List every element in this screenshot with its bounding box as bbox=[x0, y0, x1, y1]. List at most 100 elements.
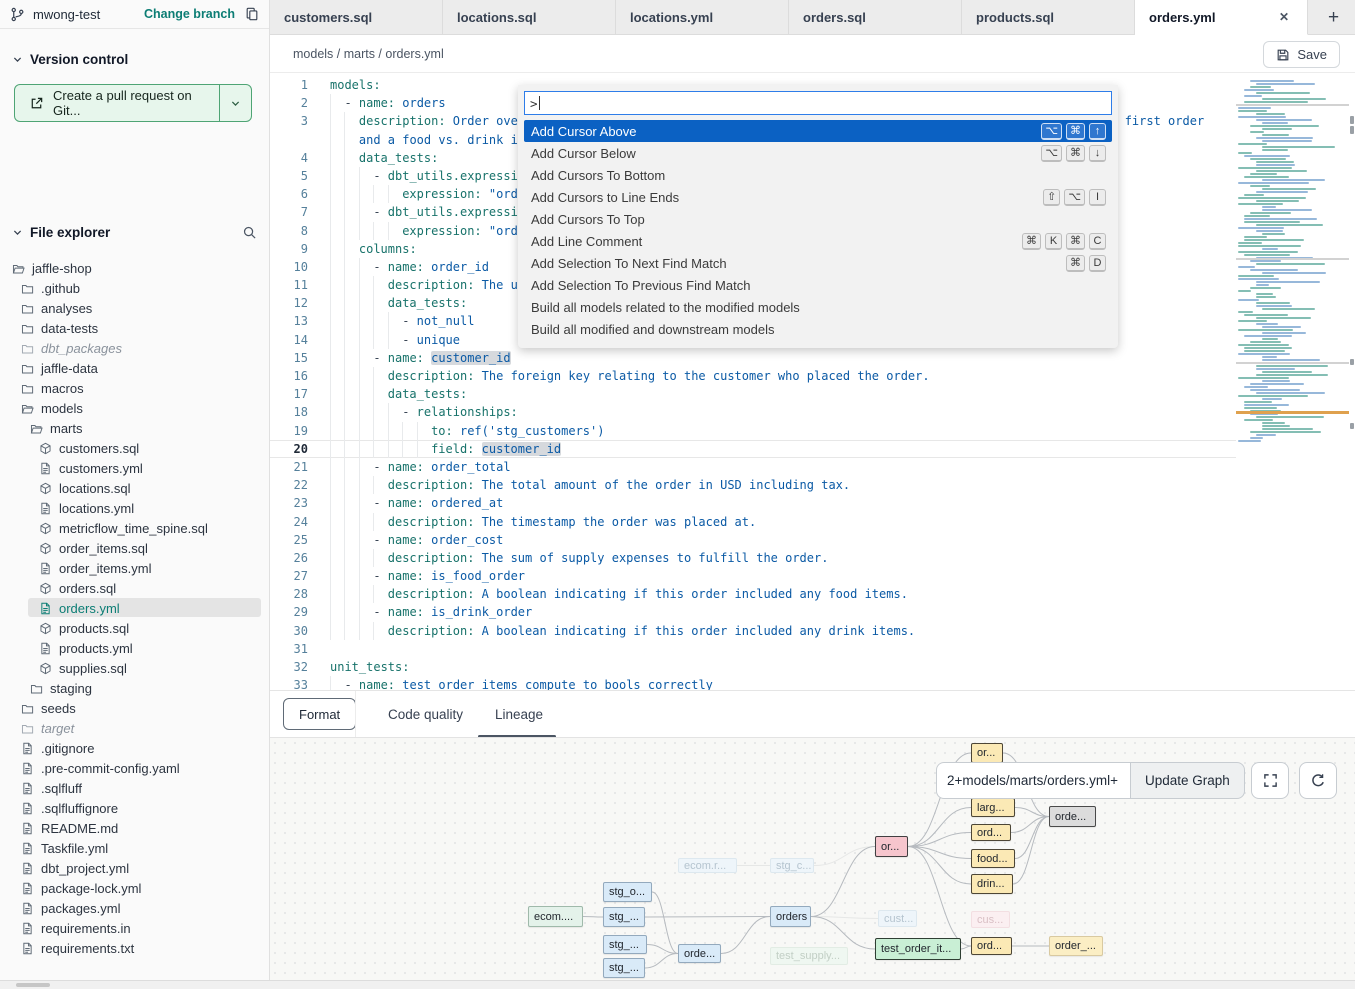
file-item-products.sql[interactable]: products.sql bbox=[0, 618, 269, 638]
lineage-node-ecom[interactable]: ecom.... bbox=[528, 906, 583, 927]
copy-icon[interactable] bbox=[245, 7, 259, 21]
file-item-packages.yml[interactable]: packages.yml bbox=[0, 898, 269, 918]
tab-locations.yml[interactable]: locations.yml bbox=[616, 0, 789, 34]
file-item-models[interactable]: models bbox=[0, 398, 269, 418]
palette-item-add-selection-to-previous-find-match[interactable]: Add Selection To Previous Find Match bbox=[524, 274, 1112, 296]
code-line-21[interactable]: 21 - name: order_total bbox=[270, 458, 1236, 476]
palette-item-add-cursors-to-top[interactable]: Add Cursors To Top bbox=[524, 208, 1112, 230]
code-line-30[interactable]: 30 description: A boolean indicating if … bbox=[270, 622, 1236, 640]
code-line-16[interactable]: 16 description: The foreign key relating… bbox=[270, 367, 1236, 385]
lineage-node-g_orde[interactable]: orde... bbox=[1049, 806, 1096, 827]
tab-orders.sql[interactable]: orders.sql bbox=[789, 0, 962, 34]
file-explorer-header[interactable]: File explorer bbox=[0, 219, 269, 245]
tab-locations.sql[interactable]: locations.sql bbox=[443, 0, 616, 34]
sidebar-hscroll-thumb[interactable] bbox=[16, 983, 50, 987]
lineage-node-y_or[interactable]: or... bbox=[971, 743, 1003, 763]
lineage-node-cus_f[interactable]: cus... bbox=[971, 911, 1010, 928]
lineage-selector-input[interactable] bbox=[936, 762, 1130, 799]
file-item-.gitignore[interactable]: .gitignore bbox=[0, 738, 269, 758]
tab-lineage[interactable]: Lineage bbox=[495, 691, 543, 738]
file-item-orders.yml[interactable]: orders.yml bbox=[0, 598, 269, 618]
file-item-staging[interactable]: staging bbox=[0, 678, 269, 698]
lineage-node-y_ord2[interactable]: ord... bbox=[971, 937, 1012, 955]
code-line-26[interactable]: 26 description: The sum of supply expens… bbox=[270, 549, 1236, 567]
editor-scrollbar[interactable] bbox=[1349, 73, 1355, 690]
file-item-seeds[interactable]: seeds bbox=[0, 698, 269, 718]
lineage-node-y_food[interactable]: food... bbox=[971, 849, 1015, 868]
code-line-20[interactable]: 20 field: customer_id bbox=[270, 440, 1236, 458]
minimap[interactable] bbox=[1236, 78, 1349, 685]
file-item-.pre-commit-config.yaml[interactable]: .pre-commit-config.yaml bbox=[0, 758, 269, 778]
file-item-Taskfile.yml[interactable]: Taskfile.yml bbox=[0, 838, 269, 858]
file-item-locations.yml[interactable]: locations.yml bbox=[0, 498, 269, 518]
file-item-README.md[interactable]: README.md bbox=[0, 818, 269, 838]
file-item-requirements.txt[interactable]: requirements.txt bbox=[0, 938, 269, 958]
tab-customers.sql[interactable]: customers.sql bbox=[270, 0, 443, 34]
palette-item-build-all-modified-and-downstream-models[interactable]: Build all modified and downstream models bbox=[524, 318, 1112, 340]
file-item-order_items.sql[interactable]: order_items.sql bbox=[0, 538, 269, 558]
file-item-requirements.in[interactable]: requirements.in bbox=[0, 918, 269, 938]
code-line-22[interactable]: 22 description: The total amount of the … bbox=[270, 476, 1236, 494]
lineage-node-stg_3[interactable]: stg_... bbox=[603, 935, 647, 954]
palette-item-add-line-comment[interactable]: Add Line Comment⌘K⌘C bbox=[524, 230, 1112, 252]
code-line-28[interactable]: 28 description: A boolean indicating if … bbox=[270, 585, 1236, 603]
change-branch-link[interactable]: Change branch bbox=[144, 7, 235, 21]
code-line-18[interactable]: 18 - relationships: bbox=[270, 403, 1236, 421]
file-item-data-tests[interactable]: data-tests bbox=[0, 318, 269, 338]
file-item-customers.sql[interactable]: customers.sql bbox=[0, 438, 269, 458]
lineage-node-y_drin[interactable]: drin... bbox=[971, 874, 1013, 894]
fullscreen-icon[interactable] bbox=[1251, 762, 1289, 799]
new-tab-button[interactable]: + bbox=[1320, 6, 1347, 29]
command-palette-input[interactable]: > bbox=[524, 91, 1112, 115]
file-item-customers.yml[interactable]: customers.yml bbox=[0, 458, 269, 478]
update-graph-button[interactable]: Update Graph bbox=[1130, 762, 1245, 799]
lineage-node-or_pink[interactable]: or... bbox=[875, 836, 908, 857]
file-item-supplies.sql[interactable]: supplies.sql bbox=[0, 658, 269, 678]
lineage-node-y_ord1[interactable]: ord... bbox=[971, 824, 1011, 841]
code-line-27[interactable]: 27 - name: is_food_order bbox=[270, 567, 1236, 585]
lineage-node-y_larg[interactable]: larg... bbox=[971, 798, 1015, 817]
code-line-17[interactable]: 17 data_tests: bbox=[270, 385, 1236, 403]
search-icon[interactable] bbox=[242, 225, 257, 240]
lineage-node-stg_4[interactable]: stg_... bbox=[603, 958, 645, 978]
file-item-dbt_packages[interactable]: dbt_packages bbox=[0, 338, 269, 358]
tab-code-quality[interactable]: Code quality bbox=[388, 691, 463, 738]
file-item-target[interactable]: target bbox=[0, 718, 269, 738]
file-item-metricflow_time_spine.sql[interactable]: metricflow_time_spine.sql bbox=[0, 518, 269, 538]
lineage-node-tsup_f[interactable]: test_supply... bbox=[770, 947, 848, 965]
file-item-analyses[interactable]: analyses bbox=[0, 298, 269, 318]
lineage-node-t_order[interactable]: test_order_it... bbox=[875, 938, 961, 960]
code-line-15[interactable]: 15 - name: customer_id bbox=[270, 349, 1236, 367]
lineage-node-stg_o[interactable]: stg_o... bbox=[603, 882, 652, 902]
code-line-32[interactable]: 32unit_tests: bbox=[270, 658, 1236, 676]
close-icon[interactable]: ✕ bbox=[1275, 8, 1293, 26]
tab-products.sql[interactable]: products.sql bbox=[962, 0, 1135, 34]
code-line-19[interactable]: 19 to: ref('stg_customers') bbox=[270, 422, 1236, 440]
code-line-24[interactable]: 24 description: The timestamp the order … bbox=[270, 513, 1236, 531]
horizontal-scrollbar-track[interactable] bbox=[0, 980, 1355, 989]
lineage-node-stg_2[interactable]: stg_... bbox=[603, 907, 645, 927]
palette-item-build-all-models-related-to-the-modified-models[interactable]: Build all models related to the modified… bbox=[524, 296, 1112, 318]
format-button[interactable]: Format bbox=[283, 698, 356, 730]
version-control-header[interactable]: Version control bbox=[0, 46, 269, 72]
palette-item-add-cursors-to-bottom[interactable]: Add Cursors To Bottom bbox=[524, 164, 1112, 186]
code-line-31[interactable]: 31 bbox=[270, 640, 1236, 658]
file-item-jaffle-data[interactable]: jaffle-data bbox=[0, 358, 269, 378]
file-item-locations.sql[interactable]: locations.sql bbox=[0, 478, 269, 498]
tab-orders.yml[interactable]: orders.yml✕ bbox=[1135, 0, 1308, 35]
create-pr-button[interactable]: Create a pull request on Git... bbox=[14, 84, 252, 122]
file-item-order_items.yml[interactable]: order_items.yml bbox=[0, 558, 269, 578]
pr-dropdown-caret[interactable] bbox=[219, 85, 251, 121]
file-item-.sqlfluffignore[interactable]: .sqlfluffignore bbox=[0, 798, 269, 818]
palette-item-add-cursors-to-line-ends[interactable]: Add Cursors to Line Ends⇧⌥I bbox=[524, 186, 1112, 208]
file-item-package-lock.yml[interactable]: package-lock.yml bbox=[0, 878, 269, 898]
lineage-node-stg_c[interactable]: stg_c... bbox=[770, 858, 814, 873]
file-item-marts[interactable]: marts bbox=[0, 418, 269, 438]
palette-item-add-cursor-below[interactable]: Add Cursor Below⌥⌘↓ bbox=[524, 142, 1112, 164]
lineage-node-orders[interactable]: orders bbox=[770, 906, 811, 927]
code-line-33[interactable]: 33 - name: test_order_items_compute_to_b… bbox=[270, 676, 1236, 690]
refresh-icon[interactable] bbox=[1299, 762, 1337, 799]
palette-item-add-selection-to-next-find-match[interactable]: Add Selection To Next Find Match⌘D bbox=[524, 252, 1112, 274]
code-editor[interactable]: 1models:2 - name: orders3 description: O… bbox=[270, 73, 1355, 690]
code-line-29[interactable]: 29 - name: is_drink_order bbox=[270, 603, 1236, 621]
